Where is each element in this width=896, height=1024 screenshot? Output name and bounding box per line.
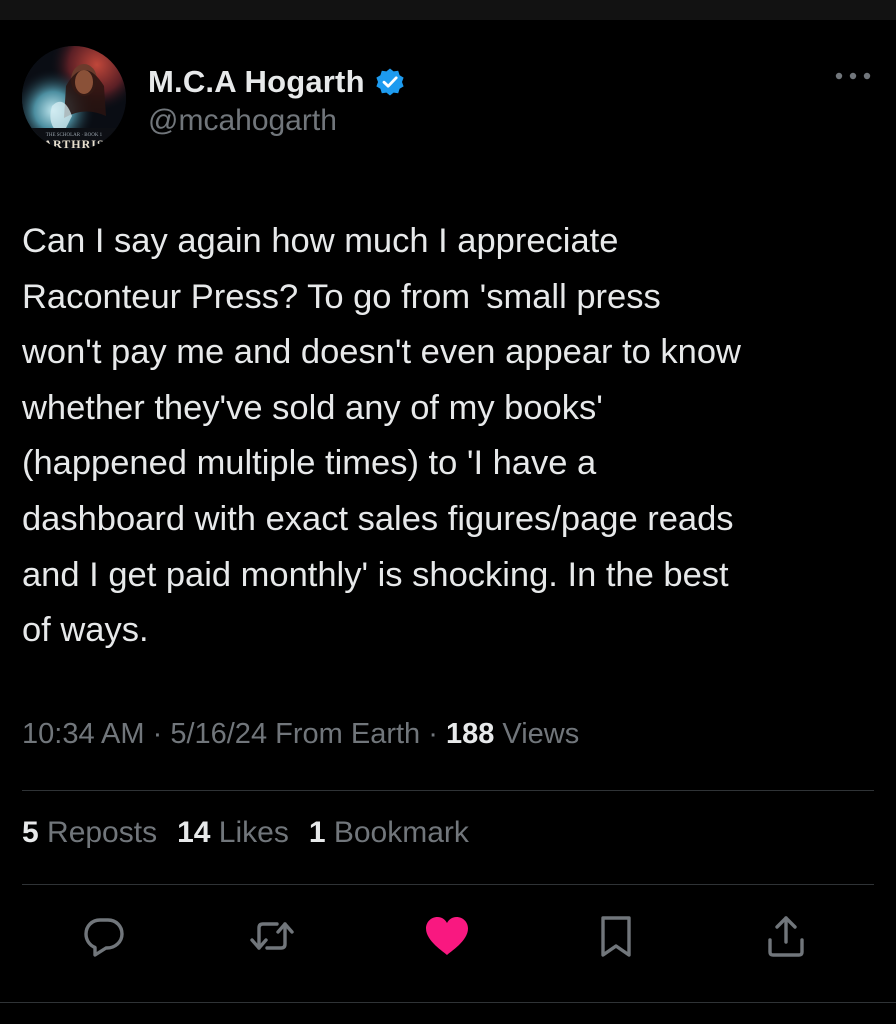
views-label: Views bbox=[494, 718, 580, 750]
avatar-image: THE SCHOLAR · BOOK 1 ARTHRIS bbox=[22, 46, 126, 150]
verified-badge-icon bbox=[375, 67, 405, 97]
tweet-actions-bar bbox=[0, 912, 896, 962]
views-count: 188 bbox=[445, 718, 495, 750]
reposts-count: 5 bbox=[22, 816, 39, 849]
reply-icon[interactable] bbox=[80, 912, 128, 960]
author-name-row[interactable]: M.C.A Hogarth bbox=[148, 62, 405, 102]
divider bbox=[0, 1002, 896, 1003]
repost-icon[interactable] bbox=[248, 912, 296, 960]
bookmark-icon[interactable] bbox=[592, 912, 640, 960]
author-handle[interactable]: @mcahogarth bbox=[148, 104, 337, 138]
tweet-date[interactable]: 5/16/24 bbox=[170, 718, 267, 750]
status-bar-strip bbox=[0, 0, 896, 20]
tweet-time[interactable]: 10:34 AM bbox=[22, 718, 145, 750]
divider bbox=[22, 884, 874, 885]
heart-icon[interactable] bbox=[422, 912, 470, 960]
reposts-label: Reposts bbox=[38, 816, 158, 849]
likes-count: 14 bbox=[177, 816, 211, 849]
meta-separator: · bbox=[420, 718, 446, 750]
likes-stat[interactable]: 14 Likes bbox=[177, 816, 289, 849]
avatar-cover-title: ARTHRIS bbox=[43, 137, 104, 150]
author-display-name[interactable]: M.C.A Hogarth bbox=[148, 64, 365, 100]
likes-label: Likes bbox=[210, 816, 289, 849]
divider bbox=[22, 790, 874, 791]
bookmarks-count: 1 bbox=[308, 816, 326, 849]
tweet-stats: 5 Reposts 14 Likes 1 Bookmark bbox=[22, 816, 489, 850]
tweet-source: From Earth bbox=[267, 718, 421, 750]
more-options-icon[interactable] bbox=[832, 66, 874, 86]
bookmarks-stat[interactable]: 1 Bookmark bbox=[309, 816, 469, 849]
avatar[interactable]: THE SCHOLAR · BOOK 1 ARTHRIS bbox=[22, 46, 126, 150]
bookmarks-label: Bookmark bbox=[325, 816, 469, 849]
reposts-stat[interactable]: 5 Reposts bbox=[22, 816, 157, 849]
meta-separator: · bbox=[144, 718, 171, 750]
share-icon[interactable] bbox=[762, 912, 810, 960]
tweet-text: Can I say again how much I appreciate Ra… bbox=[22, 222, 741, 650]
tweet-meta: 10:34 AM · 5/16/24 From Earth · 188 View… bbox=[22, 718, 579, 751]
